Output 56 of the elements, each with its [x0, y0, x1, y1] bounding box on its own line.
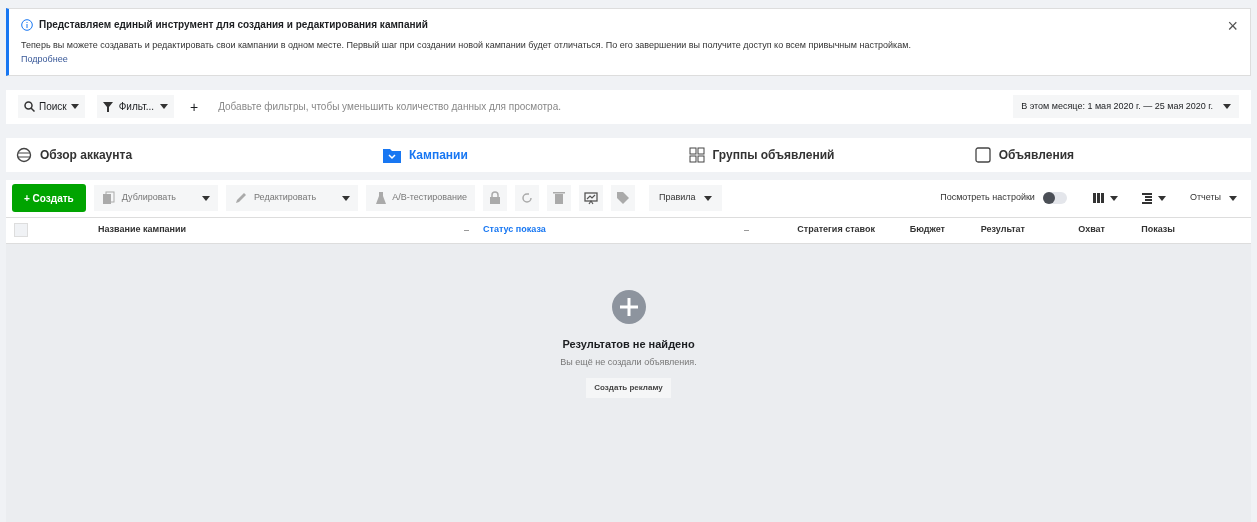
caret-icon [160, 104, 168, 109]
add-filter-button[interactable]: + [186, 99, 203, 114]
column-header[interactable]: Бюджет [909, 223, 945, 237]
caret-icon [1157, 195, 1166, 201]
flask-icon [374, 191, 389, 205]
column-header[interactable]: Показы [1141, 223, 1175, 237]
filter-field[interactable]: Поиск Фильт... + Добавьте фильтры, чтобы уменьшить количество данных для просмотра. В этом месяце: 1 мая 2020 г. — 25 мая 2020 г. [6, 89, 1251, 124]
select-all-checkbox[interactable] [14, 223, 28, 237]
add-circle-icon [611, 289, 646, 324]
close-button[interactable]: × [1227, 17, 1238, 35]
nav-tab[interactable]: Объявления [964, 137, 1251, 172]
rules-dropdown[interactable]: Правила [649, 185, 722, 211]
search-dropdown[interactable]: Поиск [18, 95, 85, 118]
pencil-icon [234, 191, 248, 205]
column-header[interactable]: Охват [1078, 223, 1105, 237]
column-header[interactable]: Статус показа [483, 223, 546, 237]
caret-icon [703, 195, 712, 201]
column-header[interactable]: Результат [980, 223, 1025, 237]
caret-icon [1229, 195, 1237, 201]
nav-tab[interactable]: Обзор аккаунта [6, 137, 293, 172]
more-link[interactable]: Подробнее [21, 53, 68, 67]
info-icon [21, 18, 33, 31]
banner-title: Представляем единый инструмент для создания и редактирования кампаний [39, 18, 428, 32]
column-header[interactable]: Стратегия ставок [797, 223, 875, 237]
filter-icon [102, 101, 113, 112]
date-range-dropdown[interactable]: В этом месяце: 1 мая 2020 г. — 25 мая 2020 г. [1013, 94, 1239, 119]
caret-icon [1223, 104, 1231, 109]
empty-text: Вы ещё не создали объявления. [560, 356, 697, 369]
caret-icon [202, 195, 210, 201]
folder-icon [382, 146, 401, 163]
empty-title: Результатов не найдено [562, 336, 695, 352]
grid-icon [688, 146, 705, 163]
copy-icon [101, 191, 116, 205]
trash-icon [552, 191, 567, 205]
columns-icon [1092, 193, 1104, 203]
toolbar-icon-button[interactable] [579, 185, 604, 211]
caret-icon [1109, 195, 1118, 201]
view-settings-toggle[interactable] [1042, 192, 1067, 204]
reports-dropdown[interactable]: Отчеты [1181, 185, 1245, 211]
undo-icon [520, 191, 535, 205]
create-ad-button[interactable]: Создать рекламу [586, 377, 671, 398]
square-icon [974, 146, 991, 163]
tag-icon [616, 191, 631, 205]
chart-icon [584, 191, 599, 205]
view-settings-label: Посмотреть настройки [940, 191, 1035, 205]
column-header[interactable]: Название кампании [98, 223, 187, 237]
lock-icon [488, 191, 503, 205]
nav-tab[interactable]: Группы объявлений [678, 137, 965, 172]
nav-tab[interactable]: Кампании [292, 137, 679, 172]
globe-icon [16, 146, 32, 163]
caret-icon [70, 104, 79, 109]
search-icon [24, 101, 35, 112]
filter-dropdown[interactable]: Фильт... [96, 95, 174, 118]
caret-icon [342, 195, 351, 201]
banner-text: Теперь вы можете создавать и редактировать свои кампании в одном месте. Первый шаг при создании новой кампании будет отличаться. По его завершении вы получите доступ ко всем привычным настройкам. [21, 39, 912, 52]
breakdown-icon [1141, 192, 1152, 204]
